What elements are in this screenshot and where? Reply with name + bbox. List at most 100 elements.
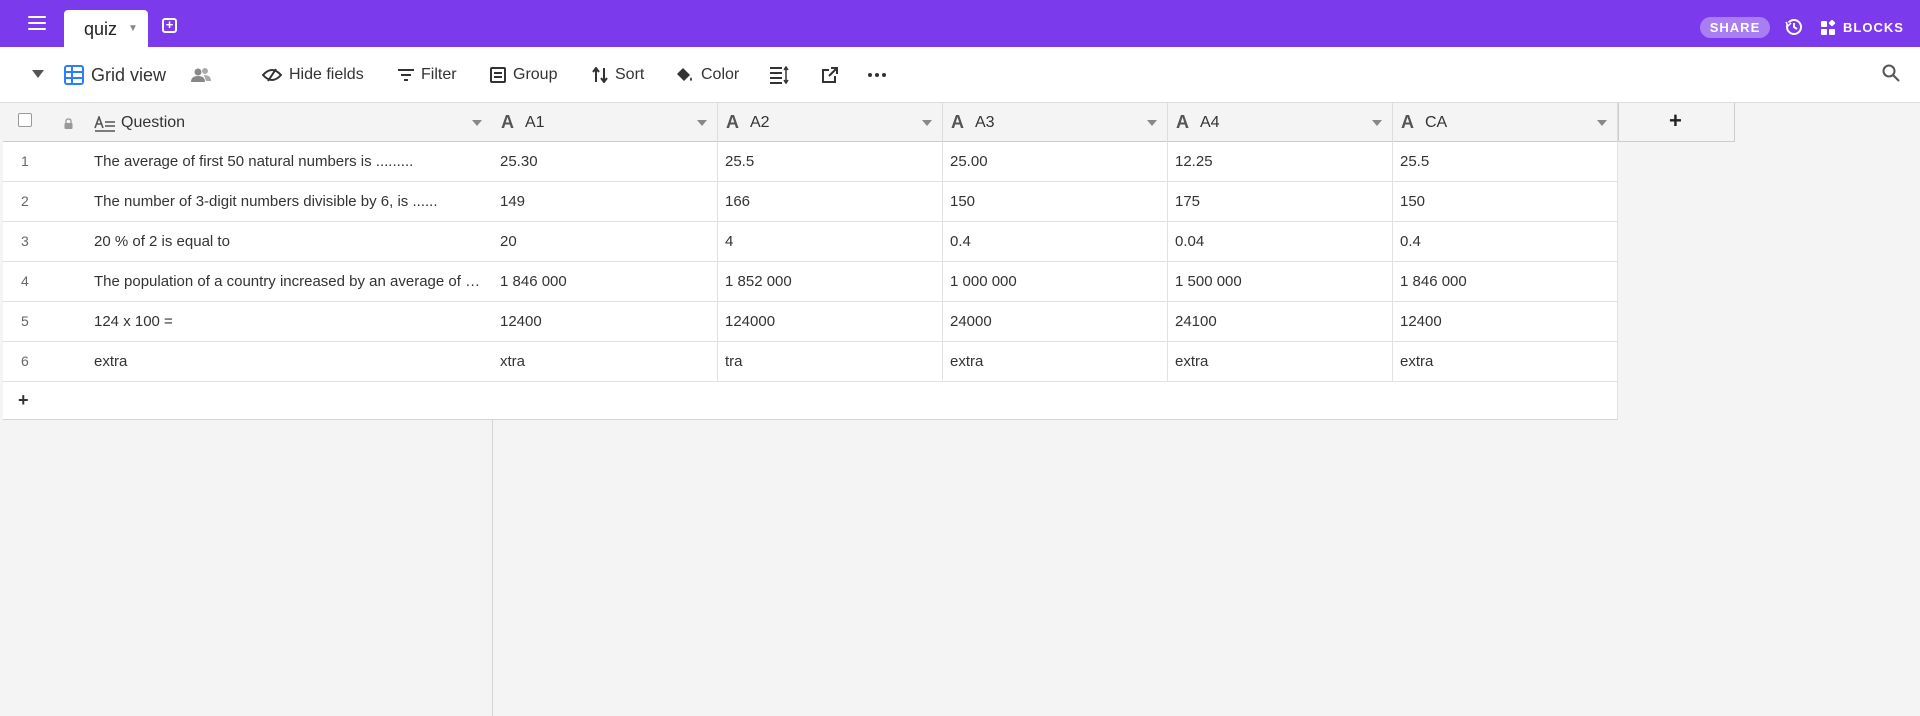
color-button[interactable]: Color [676, 47, 739, 103]
cell-a2[interactable]: 4 [718, 222, 943, 262]
group-button[interactable]: Group [490, 47, 557, 103]
question-cell[interactable]: The population of a country increased by… [94, 273, 488, 290]
share-view-icon[interactable] [822, 47, 838, 103]
cell-ca[interactable]: 1 846 000 [1393, 262, 1618, 302]
hide-fields-label: Hide fields [289, 66, 364, 83]
share-button[interactable]: SHARE [1700, 17, 1770, 38]
question-cell[interactable]: The number of 3-digit numbers divisible … [94, 193, 488, 210]
table-tab-quiz[interactable]: quiz ▼ [64, 10, 148, 47]
primary-field-header[interactable]: Question [3, 103, 493, 142]
chevron-down-icon[interactable] [922, 120, 932, 126]
select-all-checkbox[interactable] [18, 113, 32, 127]
chevron-down-icon[interactable] [1597, 120, 1607, 126]
table-row: 20 4 0.4 0.04 0.4 [493, 222, 1618, 262]
table-row[interactable]: 4 The population of a country increased b… [3, 262, 493, 302]
collaborators-icon[interactable] [190, 47, 212, 103]
add-field-button[interactable]: + [1618, 103, 1735, 142]
sort-button[interactable]: Sort [592, 47, 644, 103]
cell-a3[interactable]: 25.00 [943, 142, 1168, 182]
menu-icon[interactable] [28, 16, 46, 30]
cell-a1[interactable]: 20 [493, 222, 718, 262]
text-field-icon: A [501, 112, 514, 132]
chevron-down-icon[interactable] [472, 120, 482, 126]
cell-a3[interactable]: 0.4 [943, 222, 1168, 262]
row-height-icon[interactable] [770, 47, 790, 103]
cell-a4[interactable]: 1 500 000 [1168, 262, 1393, 302]
text-field-icon: A [951, 112, 964, 132]
cell-a4[interactable]: 175 [1168, 182, 1393, 222]
field-header-a4[interactable]: A A4 [1168, 103, 1393, 142]
field-header-a1[interactable]: A A1 [493, 103, 718, 142]
question-cell[interactable]: 20 % of 2 is equal to [94, 233, 488, 250]
table-row[interactable]: 3 20 % of 2 is equal to [3, 222, 493, 262]
table-row[interactable]: 2 The number of 3-digit numbers divisible… [3, 182, 493, 222]
add-row-button[interactable]: + [3, 382, 493, 420]
plus-icon: + [18, 390, 29, 410]
field-header-label: A3 [975, 114, 995, 131]
cell-a3[interactable]: 24000 [943, 302, 1168, 342]
cell-ca[interactable]: 12400 [1393, 302, 1618, 342]
view-switcher-caret-icon[interactable] [32, 70, 44, 78]
cell-a1[interactable]: xtra [493, 342, 718, 382]
question-header-label: Question [121, 114, 186, 131]
cell-a4[interactable]: 0.04 [1168, 222, 1393, 262]
cell-a4[interactable]: 12.25 [1168, 142, 1393, 182]
filter-button[interactable]: Filter [398, 47, 457, 103]
field-header-label: A4 [1200, 114, 1220, 131]
field-header-a3[interactable]: A A3 [943, 103, 1168, 142]
top-bar: quiz ▼ + SHARE BLOCKS [0, 0, 1920, 47]
view-name-button[interactable]: Grid view [64, 47, 166, 103]
cell-a1[interactable]: 1 846 000 [493, 262, 718, 302]
table-tab-label: quiz [84, 19, 118, 39]
field-header-ca[interactable]: A CA [1393, 103, 1618, 142]
text-field-icon: A [726, 112, 739, 132]
cell-a1[interactable]: 25.30 [493, 142, 718, 182]
chevron-down-icon[interactable] [697, 120, 707, 126]
table-row[interactable]: 5 124 x 100 = [3, 302, 493, 342]
search-icon[interactable] [1882, 64, 1900, 82]
blocks-label: BLOCKS [1843, 20, 1904, 35]
question-cell[interactable]: extra [94, 353, 488, 370]
cell-ca[interactable]: 150 [1393, 182, 1618, 222]
cell-a1[interactable]: 12400 [493, 302, 718, 342]
cell-a3[interactable]: 150 [943, 182, 1168, 222]
cell-a4[interactable]: 24100 [1168, 302, 1393, 342]
cell-a2[interactable]: 1 852 000 [718, 262, 943, 302]
cell-a2[interactable]: 166 [718, 182, 943, 222]
table-row: 1 846 000 1 852 000 1 000 000 1 500 000 1 84… [493, 262, 1618, 302]
field-header-label: A2 [750, 114, 770, 131]
history-icon[interactable] [1785, 18, 1803, 36]
paint-bucket-icon [677, 68, 692, 81]
question-cell[interactable]: 124 x 100 = [94, 313, 488, 330]
cell-a3[interactable]: extra [943, 342, 1168, 382]
blocks-button[interactable]: BLOCKS [1820, 17, 1904, 38]
cell-a3[interactable]: 1 000 000 [943, 262, 1168, 302]
cell-ca[interactable]: extra [1393, 342, 1618, 382]
more-options-icon[interactable] [868, 47, 886, 103]
table-row: xtra tra extra extra extra [493, 342, 1618, 382]
table-row: 25.30 25.5 25.00 12.25 25.5 [493, 142, 1618, 182]
cell-ca[interactable]: 25.5 [1393, 142, 1618, 182]
cell-ca[interactable]: 0.4 [1393, 222, 1618, 262]
cell-a4[interactable]: extra [1168, 342, 1393, 382]
cell-a2[interactable]: 25.5 [718, 142, 943, 182]
chevron-down-icon[interactable] [1372, 120, 1382, 126]
cell-a2[interactable]: 124000 [718, 302, 943, 342]
table-row: 12400 124000 24000 24100 12400 [493, 302, 1618, 342]
add-table-icon[interactable]: + [162, 18, 177, 33]
text-field-icon: A [1401, 112, 1414, 132]
view-bar: Grid view Hide fields Filter Group Sort … [0, 47, 1920, 103]
group-label: Group [513, 66, 558, 83]
cell-a2[interactable]: tra [718, 342, 943, 382]
hide-fields-button[interactable]: Hide fields [262, 47, 364, 103]
table-row[interactable]: 1 The average of first 50 natural numbers… [3, 142, 493, 182]
add-row-area[interactable] [493, 382, 1618, 420]
cell-a1[interactable]: 149 [493, 182, 718, 222]
chevron-down-icon[interactable]: ▼ [128, 23, 138, 34]
field-header-a2[interactable]: A A2 [718, 103, 943, 142]
table-row: 149 166 150 175 150 [493, 182, 1618, 222]
table-row[interactable]: 6 extra [3, 342, 493, 382]
question-cell[interactable]: The average of first 50 natural numbers … [94, 153, 488, 170]
chevron-down-icon[interactable] [1147, 120, 1157, 126]
group-icon [490, 67, 506, 83]
